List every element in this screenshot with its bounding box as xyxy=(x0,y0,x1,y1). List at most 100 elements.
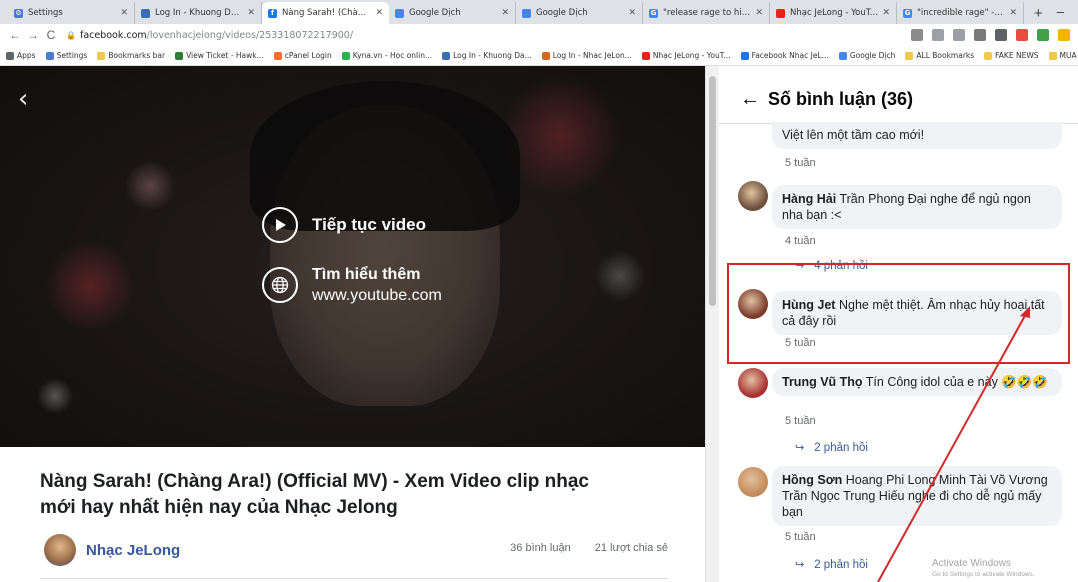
comment-bubble: Hồng Sơn Hoang Phi Long Minh Tài Võ Vươn… xyxy=(772,466,1062,526)
new-tab-button[interactable]: + xyxy=(1024,2,1053,24)
browser-tab[interactable]: Google Dịch ✕ xyxy=(389,2,516,24)
comment-time[interactable]: 4 tuần xyxy=(785,235,816,247)
bookmark-item[interactable]: Nhạc JeLong - YouT... xyxy=(641,51,731,60)
comment-author[interactable]: Trung Vũ Thọ xyxy=(782,375,863,389)
channel-avatar[interactable] xyxy=(44,534,76,566)
tab-close-icon[interactable]: ✕ xyxy=(375,8,383,18)
extension-icon[interactable] xyxy=(995,29,1007,41)
bookmark-item[interactable]: Kyna.vn - Học onlin... xyxy=(341,51,433,60)
comment-avatar[interactable] xyxy=(738,181,768,211)
extension-icon[interactable] xyxy=(1037,29,1049,41)
comments-count[interactable]: 36 bình luận xyxy=(510,542,571,554)
back-arrow-icon[interactable]: ← xyxy=(6,28,24,42)
tab-close-icon[interactable]: ✕ xyxy=(1009,8,1017,18)
scrollbar[interactable] xyxy=(705,66,719,582)
tab-close-icon[interactable]: ✕ xyxy=(882,8,890,18)
reply-arrow-icon: ↪ xyxy=(795,559,805,571)
reload-icon[interactable]: C xyxy=(42,28,60,42)
key-icon[interactable] xyxy=(911,29,923,41)
lock-icon: 🔒 xyxy=(66,30,76,40)
tab-favicon-icon xyxy=(776,8,785,18)
bookmark-item[interactable]: Apps xyxy=(6,51,36,60)
browser-tab[interactable]: f Nàng Sarah! (Chàng Ara!) (✕ xyxy=(262,2,389,24)
tab-title: Nàng Sarah! (Chàng Ara!) ( xyxy=(282,8,371,18)
comment-author[interactable]: Hàng Hải xyxy=(782,192,836,206)
previous-chevron-icon[interactable]: ‹ xyxy=(18,84,28,114)
bookmark-item[interactable]: FAKE NEWS xyxy=(984,51,1039,60)
bookmark-label: Google Dịch xyxy=(849,51,896,60)
forward-arrow-icon[interactable]: → xyxy=(24,28,42,42)
bookmark-item[interactable]: Bookmarks bar xyxy=(97,51,165,60)
shares-count[interactable]: 21 lượt chia sẻ xyxy=(595,542,668,554)
scrollbar-thumb[interactable] xyxy=(709,76,716,306)
comment-time[interactable]: 5 tuần xyxy=(785,531,816,543)
bookmark-label: ALL Bookmarks xyxy=(916,51,975,60)
bookmark-label: Kyna.vn - Học onlin... xyxy=(352,51,433,60)
bookmark-icon xyxy=(905,51,914,60)
star-icon[interactable] xyxy=(953,29,965,41)
browser-tab[interactable]: ⚙ Settings ✕ xyxy=(8,2,135,24)
back-arrow-icon[interactable]: ← xyxy=(740,88,760,111)
browser-tab[interactable]: G "release rage to him" - Goo ✕ xyxy=(643,2,770,24)
comment-avatar[interactable] xyxy=(738,467,768,497)
zoom-icon[interactable] xyxy=(932,29,944,41)
tab-close-icon[interactable]: ✕ xyxy=(755,8,763,18)
continue-video-button[interactable]: Tiếp tục video xyxy=(262,207,426,243)
view-replies-link[interactable]: ↪ 2 phản hồi xyxy=(795,558,868,572)
bookmark-item[interactable]: View Ticket - Hawk... xyxy=(175,51,264,60)
view-replies-link[interactable]: ↪ 2 phản hồi xyxy=(795,441,868,455)
extension-icon[interactable] xyxy=(1058,29,1070,41)
replies-count: 2 phản hồi xyxy=(814,558,868,571)
bookmark-item[interactable]: Log In - Nhac JeLon... xyxy=(541,51,632,60)
globe-icon xyxy=(262,267,298,303)
tab-title: "incredible rage" - Google xyxy=(917,8,1005,18)
bookmark-icon xyxy=(1048,51,1057,60)
bookmark-item[interactable]: Log In - Khuong Da... xyxy=(442,51,532,60)
comments-title: Số bình luận (36) xyxy=(768,89,914,109)
comment-bubble: Trung Vũ Thọ Tín Công idol của e này 🤣🤣🤣 xyxy=(772,368,1062,396)
bookmark-icon xyxy=(341,51,350,60)
learn-more-link[interactable]: Tìm hiểu thêm www.youtube.com xyxy=(262,264,442,306)
highlight-box xyxy=(727,263,1070,364)
bookmark-item[interactable]: Facebook Nhạc JeL... xyxy=(740,51,829,60)
comment-time[interactable]: 5 tuần xyxy=(785,415,816,427)
bookmark-icon xyxy=(641,51,650,60)
extension-icon[interactable] xyxy=(1016,29,1028,41)
bookmark-item[interactable]: Google Dịch xyxy=(838,51,896,60)
browser-tab[interactable]: Google Dịch ✕ xyxy=(516,2,643,24)
bookmark-icon xyxy=(45,51,54,60)
extension-icon[interactable] xyxy=(974,29,986,41)
tab-title: Settings xyxy=(28,8,63,18)
bookmark-label: FAKE NEWS xyxy=(995,51,1039,60)
url-host: facebook.com xyxy=(79,29,147,41)
comment-avatar[interactable] xyxy=(738,368,768,398)
bookmark-item[interactable]: Settings xyxy=(45,51,87,60)
tab-favicon-icon xyxy=(141,8,150,18)
video-title: Nàng Sarah! (Chàng Ara!) (Official MV) -… xyxy=(40,471,589,518)
play-icon xyxy=(262,207,298,243)
channel[interactable]: Nhạc JeLong xyxy=(44,534,180,566)
tab-strip: ⚙ Settings ✕ Log In - Khuong Dat Long ✕ f Nàng… xyxy=(0,0,1078,24)
video-player[interactable]: ‹ Tiếp tục video Tìm hiểu thêm www.youtu… xyxy=(0,66,705,447)
bookmark-icon xyxy=(97,51,106,60)
tab-favicon-icon xyxy=(395,8,404,18)
tab-close-icon[interactable]: ✕ xyxy=(501,8,509,18)
bookmark-item[interactable]: MUA CHUNG CU V... xyxy=(1048,51,1078,60)
bookmark-item[interactable]: ALL Bookmarks xyxy=(905,51,974,60)
minimize-button[interactable]: – xyxy=(1057,4,1064,19)
browser-tab[interactable]: Nhạc JeLong - YouTube ✕ xyxy=(770,2,897,24)
bookmark-item[interactable]: cPanel Login xyxy=(273,51,332,60)
bookmark-icon xyxy=(541,51,550,60)
comment-author[interactable]: Hồng Sơn xyxy=(782,473,842,487)
url-field[interactable]: 🔒 facebook.com /lovenhacjelong/videos/25… xyxy=(66,30,353,41)
comment-time[interactable]: 5 tuần xyxy=(785,157,816,169)
extension-icons xyxy=(911,29,1070,41)
tab-close-icon[interactable]: ✕ xyxy=(247,8,255,18)
browser-tab[interactable]: G "incredible rage" - Google ✕ xyxy=(897,2,1024,24)
bookmark-icon xyxy=(740,51,749,60)
tab-close-icon[interactable]: ✕ xyxy=(628,8,636,18)
channel-name[interactable]: Nhạc JeLong xyxy=(86,542,180,559)
bookmark-label: Nhạc JeLong - YouT... xyxy=(652,51,731,60)
browser-tab[interactable]: Log In - Khuong Dat Long ✕ xyxy=(135,2,262,24)
tab-close-icon[interactable]: ✕ xyxy=(120,8,128,18)
